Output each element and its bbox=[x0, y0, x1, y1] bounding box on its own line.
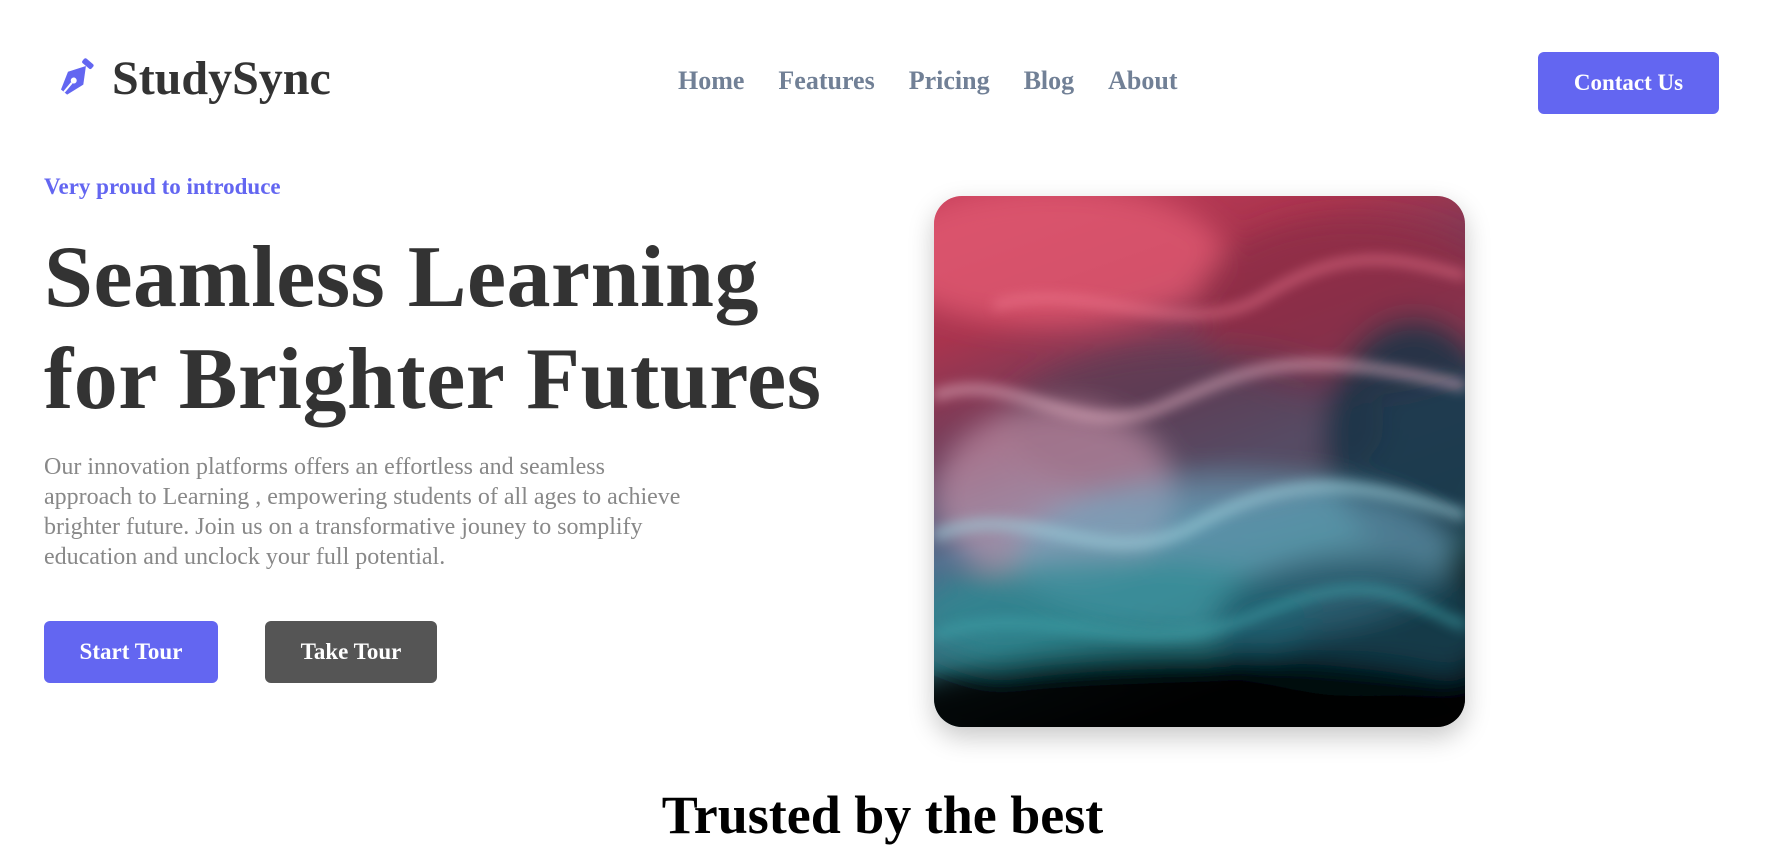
nav-link-features[interactable]: Features bbox=[778, 68, 874, 94]
brand-name: StudySync bbox=[112, 52, 331, 105]
trusted-heading: Trusted by the best bbox=[661, 785, 1104, 845]
hero-image bbox=[934, 196, 1465, 727]
contact-us-button[interactable]: Contact Us bbox=[1538, 52, 1719, 114]
hero-title: Seamless Learning for Brighter Futures bbox=[44, 229, 822, 428]
nav-link-blog[interactable]: Blog bbox=[1024, 68, 1075, 94]
pen-nib-icon bbox=[61, 58, 94, 95]
nav-link-home[interactable]: Home bbox=[678, 68, 744, 94]
nav-link-about[interactable]: About bbox=[1108, 68, 1177, 94]
start-tour-button[interactable]: Start Tour bbox=[44, 621, 218, 683]
main-nav: Home Features Pricing Blog About bbox=[678, 68, 1178, 94]
hero-description: Our innovation platforms offers an effor… bbox=[44, 454, 681, 570]
hero-eyebrow: Very proud to introduce bbox=[44, 174, 281, 199]
take-tour-button[interactable]: Take Tour bbox=[265, 621, 437, 683]
landing-page: StudySync Home Features Pricing Blog Abo… bbox=[0, 0, 1765, 859]
brand-logo[interactable]: StudySync bbox=[52, 55, 331, 103]
nav-link-pricing[interactable]: Pricing bbox=[909, 68, 990, 94]
